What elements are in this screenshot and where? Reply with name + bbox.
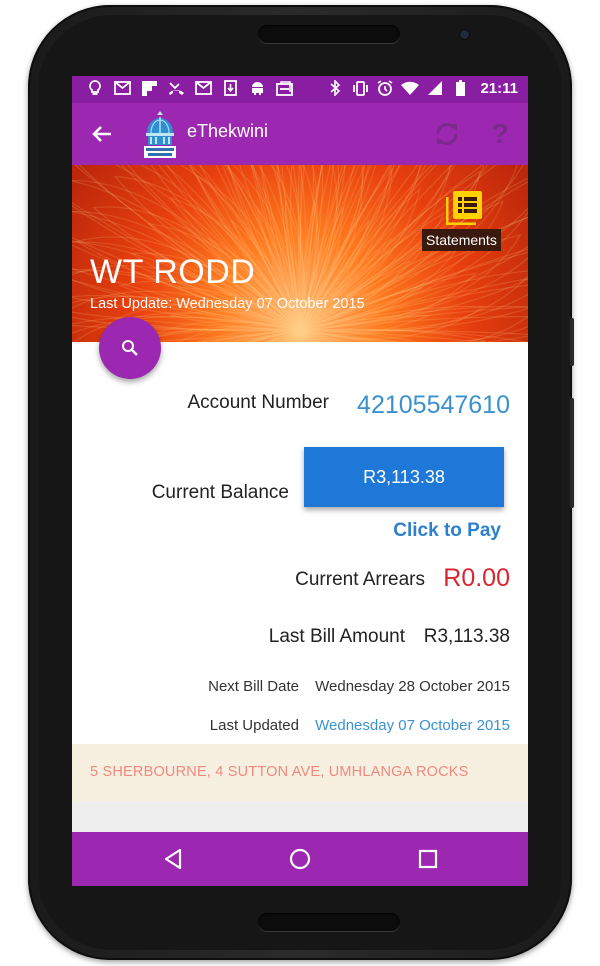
square-recents-icon xyxy=(418,849,438,869)
wifi-icon xyxy=(401,79,420,97)
last-bill-amount-label: Last Bill Amount xyxy=(268,626,405,647)
help-icon: ? xyxy=(491,118,509,149)
help-button[interactable]: ? xyxy=(484,117,516,151)
last-update-text: Last Update: Wednesday 07 October 2015 xyxy=(90,296,365,312)
search-icon xyxy=(122,340,138,356)
current-arrears-label: Current Arrears xyxy=(295,569,425,590)
screen: 21:11 eThekwini ? Statements WT RODD Las… xyxy=(72,76,528,886)
mail-icon xyxy=(113,79,131,97)
property-address-bar[interactable]: 5 SHERBOURNE, 4 SUTTON AVE, UMHLANGA ROC… xyxy=(72,744,528,801)
statements-button[interactable]: Statements xyxy=(422,187,506,251)
power-button xyxy=(570,318,574,366)
statements-label: Statements xyxy=(422,229,501,251)
circle-home-icon xyxy=(289,848,311,870)
top-speaker xyxy=(258,25,400,43)
current-balance-pay-button[interactable]: R3,113.38 xyxy=(304,447,504,507)
mail-icon xyxy=(194,79,212,97)
triangle-back-icon xyxy=(164,848,182,870)
refresh-button[interactable] xyxy=(430,117,464,151)
nav-recents-button[interactable] xyxy=(412,843,444,875)
nav-back-button[interactable] xyxy=(157,843,189,875)
battery-icon xyxy=(451,79,469,97)
last-updated-value: Wednesday 07 October 2015 xyxy=(315,717,510,734)
volume-button xyxy=(570,398,574,508)
account-number-value: 42105547610 xyxy=(357,391,510,419)
property-address: 5 SHERBOURNE, 4 SUTTON AVE, UMHLANGA ROC… xyxy=(90,764,469,780)
refresh-icon xyxy=(436,123,458,145)
app-bar: eThekwini ? xyxy=(72,103,528,165)
current-balance-label: Current Balance xyxy=(151,482,289,503)
back-button[interactable] xyxy=(86,118,118,150)
vibrate-icon xyxy=(351,79,369,97)
notification-icons xyxy=(86,79,293,97)
click-to-pay-link[interactable]: Click to Pay xyxy=(393,520,501,542)
missed-call-icon xyxy=(167,79,185,97)
account-holder-name: WT RODD xyxy=(90,253,256,291)
ethekwini-logo xyxy=(142,109,178,159)
current-arrears-value: R0.00 xyxy=(443,564,510,592)
flipboard-icon xyxy=(140,79,158,97)
account-number-label: Account Number xyxy=(187,392,329,413)
front-camera xyxy=(460,30,469,39)
inbox-icon xyxy=(275,79,293,97)
next-bill-date-value: Wednesday 28 October 2015 xyxy=(315,678,510,695)
clock-time: 21:11 xyxy=(480,79,518,97)
alarm-icon xyxy=(376,79,394,97)
bulb-icon xyxy=(86,79,104,97)
bluetooth-icon xyxy=(326,79,344,97)
account-header-banner: Statements WT RODD Last Update: Wednesda… xyxy=(72,165,528,342)
last-updated-label: Last Updated xyxy=(209,717,299,734)
statements-icon xyxy=(446,191,482,225)
android-icon xyxy=(248,79,266,97)
bottom-spacer xyxy=(72,801,528,832)
arrow-left-icon xyxy=(92,126,111,142)
system-status-icons: 21:11 xyxy=(326,79,518,97)
system-navigation-bar xyxy=(72,832,528,886)
status-bar: 21:11 xyxy=(72,76,528,103)
download-icon xyxy=(221,79,239,97)
next-bill-date-label: Next Bill Date xyxy=(208,678,299,695)
search-fab[interactable] xyxy=(99,317,161,379)
bottom-speaker xyxy=(258,913,400,931)
nav-home-button[interactable] xyxy=(284,843,316,875)
last-bill-amount-value: R3,113.38 xyxy=(423,626,510,647)
app-title: eThekwini xyxy=(187,121,269,141)
signal-icon xyxy=(426,79,444,97)
